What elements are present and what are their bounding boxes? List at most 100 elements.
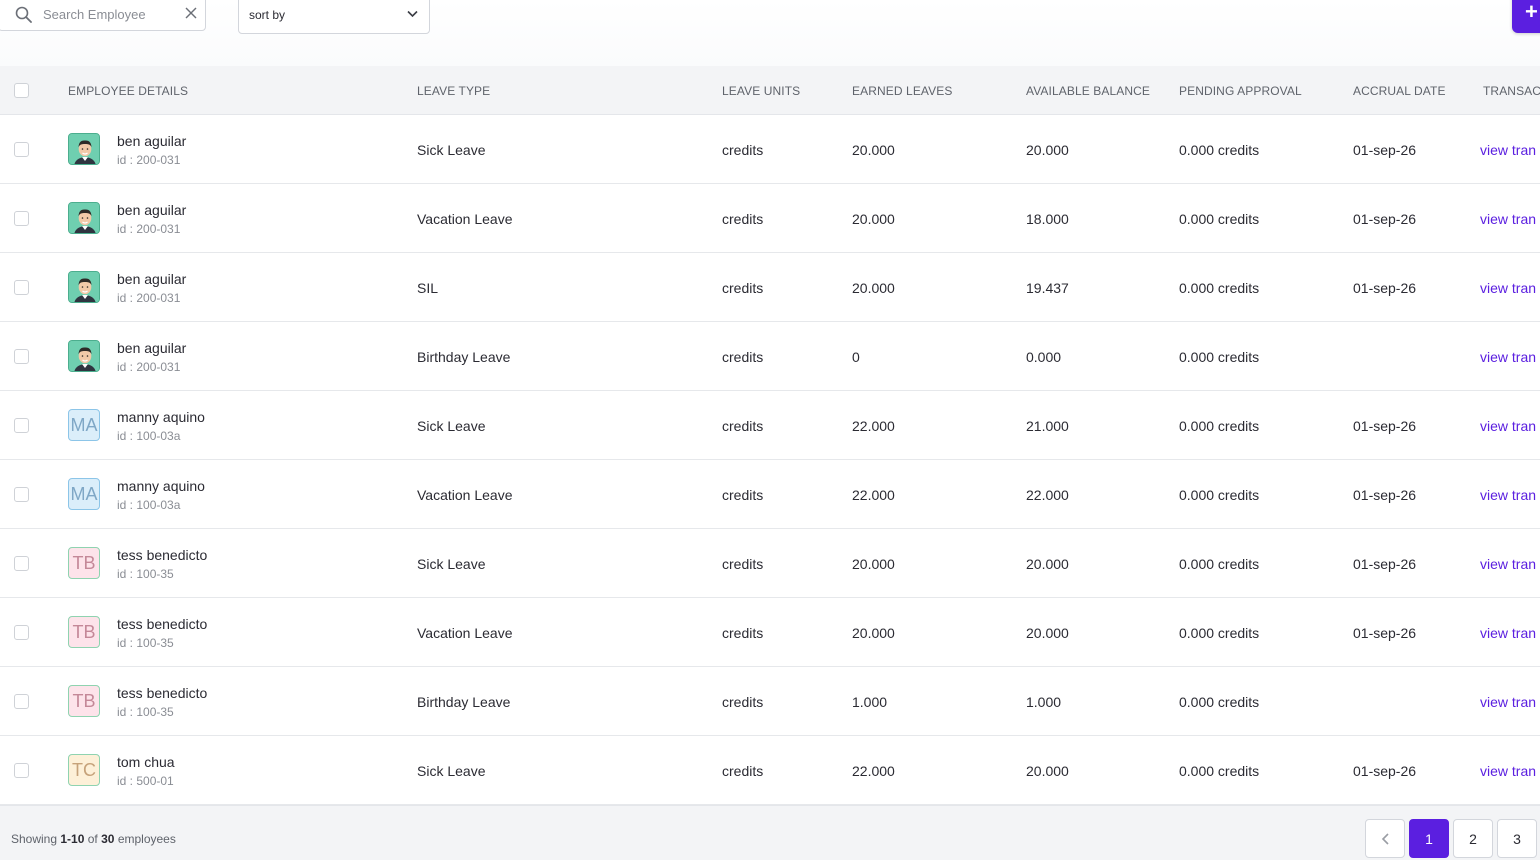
pending-approval: 0.000 credits	[1179, 349, 1260, 365]
view-transactions-link[interactable]: view tran	[1480, 349, 1536, 365]
close-icon[interactable]	[185, 7, 197, 19]
leave-units: credits	[722, 556, 764, 572]
page-2-button[interactable]: 2	[1453, 819, 1493, 858]
avatar-initials: TB	[72, 690, 96, 711]
leave-units: credits	[722, 625, 764, 641]
leave-units: credits	[722, 763, 764, 779]
leave-units: credits	[722, 694, 764, 710]
person-photo-icon	[69, 134, 99, 164]
leave-type: Vacation Leave	[417, 487, 513, 503]
pending-approval: 0.000 credits	[1179, 211, 1260, 227]
earned-leaves: 1.000	[852, 694, 888, 710]
chevron-down-icon	[407, 10, 418, 18]
row-checkbox[interactable]	[14, 349, 29, 364]
avatar: TB	[68, 547, 100, 579]
avatar-initials: TB	[72, 552, 96, 573]
pending-approval: 0.000 credits	[1179, 280, 1260, 296]
row-checkbox[interactable]	[14, 763, 29, 778]
person-photo-icon	[69, 272, 99, 302]
view-transactions-link[interactable]: view tran	[1480, 280, 1536, 296]
available-balance: 19.437	[1026, 280, 1069, 296]
view-transactions-link[interactable]: view tran	[1480, 625, 1536, 641]
row-checkbox[interactable]	[14, 142, 29, 157]
row-checkbox[interactable]	[14, 625, 29, 640]
table-footer: Showing 1-10 of 30 employees 1 2 3	[0, 805, 1540, 860]
header-leave-units[interactable]: LEAVE UNITS	[722, 84, 800, 98]
select-all-checkbox[interactable]	[14, 83, 29, 98]
accrual-date: 01-sep-26	[1353, 211, 1417, 227]
leave-type: SIL	[417, 280, 439, 296]
row-checkbox[interactable]	[14, 487, 29, 502]
row-checkbox[interactable]	[14, 280, 29, 295]
employee-name: ben aguilar	[117, 202, 187, 218]
table-row: ben aguilar id : 200-031 Birthday Leave …	[0, 322, 1540, 391]
earned-leaves: 20.000	[852, 625, 895, 641]
available-balance: 22.000	[1026, 487, 1069, 503]
prev-page-button[interactable]	[1365, 819, 1405, 858]
search-icon	[15, 6, 32, 23]
view-transactions-link[interactable]: view tran	[1480, 694, 1536, 710]
toolbar: Search Employee sort by +	[0, 0, 1540, 66]
avatar-initials: TB	[72, 621, 96, 642]
view-transactions-link[interactable]: view tran	[1480, 487, 1536, 503]
person-photo-icon	[69, 203, 99, 233]
available-balance: 1.000	[1026, 694, 1062, 710]
header-accrual-date[interactable]: ACCRUAL DATE	[1353, 84, 1446, 98]
available-balance: 20.000	[1026, 556, 1069, 572]
page-3-button[interactable]: 3	[1497, 819, 1537, 858]
pending-approval: 0.000 credits	[1179, 142, 1260, 158]
header-available-balance[interactable]: AVAILABLE BALANCE	[1026, 84, 1150, 98]
table-row: ben aguilar id : 200-031 Sick Leave cred…	[0, 115, 1540, 184]
accrual-date: 01-sep-26	[1353, 625, 1417, 641]
employee-id: id : 200-031	[117, 153, 181, 167]
accrual-date: 01-sep-26	[1353, 142, 1417, 158]
view-transactions-link[interactable]: view tran	[1480, 418, 1536, 434]
employee-id: id : 200-031	[117, 360, 181, 374]
leave-type: Sick Leave	[417, 763, 486, 779]
employee-name: ben aguilar	[117, 271, 187, 287]
employee-id: id : 200-031	[117, 291, 181, 305]
header-earned-leaves[interactable]: EARNED LEAVES	[852, 84, 952, 98]
view-transactions-link[interactable]: view tran	[1480, 556, 1536, 572]
avatar-initials: TC	[72, 759, 96, 780]
available-balance: 20.000	[1026, 142, 1069, 158]
employee-name: manny aquino	[117, 478, 205, 494]
accrual-date: 01-sep-26	[1353, 280, 1417, 296]
row-checkbox[interactable]	[14, 211, 29, 226]
header-pending-approval[interactable]: PENDING APPROVAL	[1179, 84, 1302, 98]
view-transactions-link[interactable]: view tran	[1480, 763, 1536, 779]
employee-id: id : 200-031	[117, 222, 181, 236]
page-1-button[interactable]: 1	[1409, 819, 1449, 858]
employee-name: tess benedicto	[117, 685, 208, 701]
leave-type: Vacation Leave	[417, 625, 513, 641]
table-row: TB tess benedicto id : 100-35 Vacation L…	[0, 598, 1540, 667]
table-row: MA manny aquino id : 100-03a Vacation Le…	[0, 460, 1540, 529]
avatar	[68, 271, 100, 303]
leave-type: Birthday Leave	[417, 349, 511, 365]
employee-id: id : 100-35	[117, 705, 174, 719]
avatar: TC	[68, 754, 100, 786]
earned-leaves: 20.000	[852, 211, 895, 227]
pending-approval: 0.000 credits	[1179, 418, 1260, 434]
view-transactions-link[interactable]: view tran	[1480, 142, 1536, 158]
add-button[interactable]: +	[1512, 0, 1540, 33]
sort-by-select[interactable]: sort by	[238, 0, 430, 34]
row-checkbox[interactable]	[14, 418, 29, 433]
table-row: TC tom chua id : 500-01 Sick Leave credi…	[0, 736, 1540, 805]
row-checkbox[interactable]	[14, 694, 29, 709]
avatar	[68, 340, 100, 372]
table-row: TB tess benedicto id : 100-35 Sick Leave…	[0, 529, 1540, 598]
search-box[interactable]: Search Employee	[0, 0, 206, 31]
header-leave-type[interactable]: LEAVE TYPE	[417, 84, 490, 98]
view-transactions-link[interactable]: view tran	[1480, 211, 1536, 227]
available-balance: 20.000	[1026, 763, 1069, 779]
header-transactions[interactable]: TRANSACT	[1483, 84, 1540, 98]
search-input[interactable]: Search Employee	[43, 7, 146, 22]
pending-approval: 0.000 credits	[1179, 694, 1260, 710]
row-checkbox[interactable]	[14, 556, 29, 571]
earned-leaves: 22.000	[852, 763, 895, 779]
leave-type: Birthday Leave	[417, 694, 511, 710]
pending-approval: 0.000 credits	[1179, 625, 1260, 641]
accrual-date: 01-sep-26	[1353, 487, 1417, 503]
header-employee-details[interactable]: EMPLOYEE DETAILS	[68, 84, 188, 98]
